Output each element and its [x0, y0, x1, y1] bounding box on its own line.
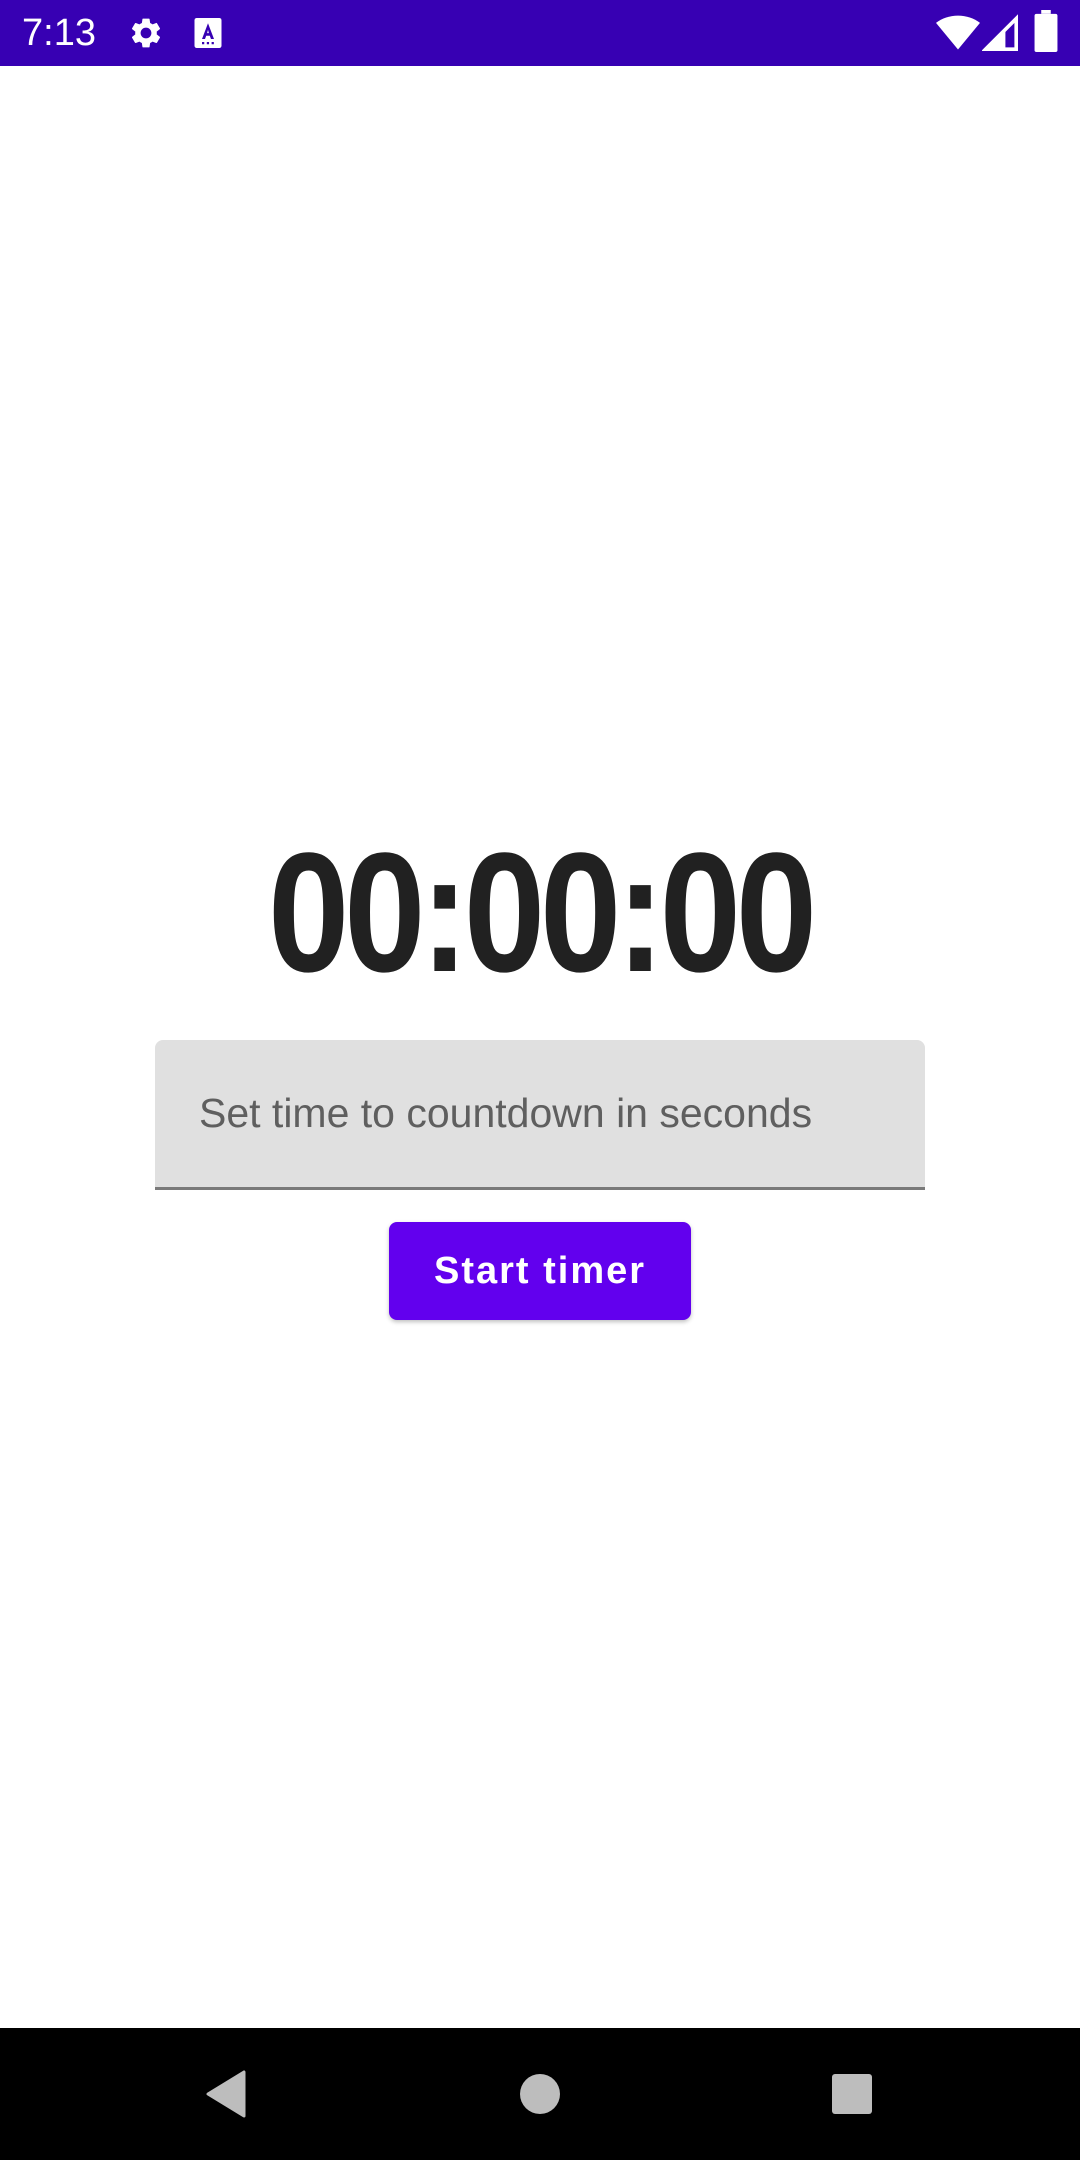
navigation-bar — [0, 2028, 1080, 2160]
recents-icon — [832, 2074, 872, 2114]
wifi-icon — [936, 15, 980, 50]
back-button[interactable] — [196, 2064, 256, 2124]
battery-icon — [1034, 10, 1058, 52]
gear-icon — [131, 18, 161, 48]
status-bar: 7:13 — [0, 0, 1080, 66]
countdown-input-container[interactable] — [155, 1040, 925, 1190]
countdown-seconds-input[interactable] — [155, 1040, 925, 1187]
timer-display: 00:00:00 — [268, 818, 817, 1008]
home-button[interactable] — [510, 2064, 570, 2124]
start-timer-button[interactable]: Start timer — [389, 1222, 691, 1320]
home-icon — [520, 2074, 560, 2114]
back-icon — [206, 2070, 246, 2118]
a-text-icon — [194, 18, 222, 48]
timer-screen: 7:13 00:00:00 Start timer — [0, 0, 1080, 2160]
recents-button[interactable] — [822, 2064, 882, 2124]
status-time: 7:13 — [22, 12, 96, 54]
signal-icon — [982, 14, 1018, 51]
